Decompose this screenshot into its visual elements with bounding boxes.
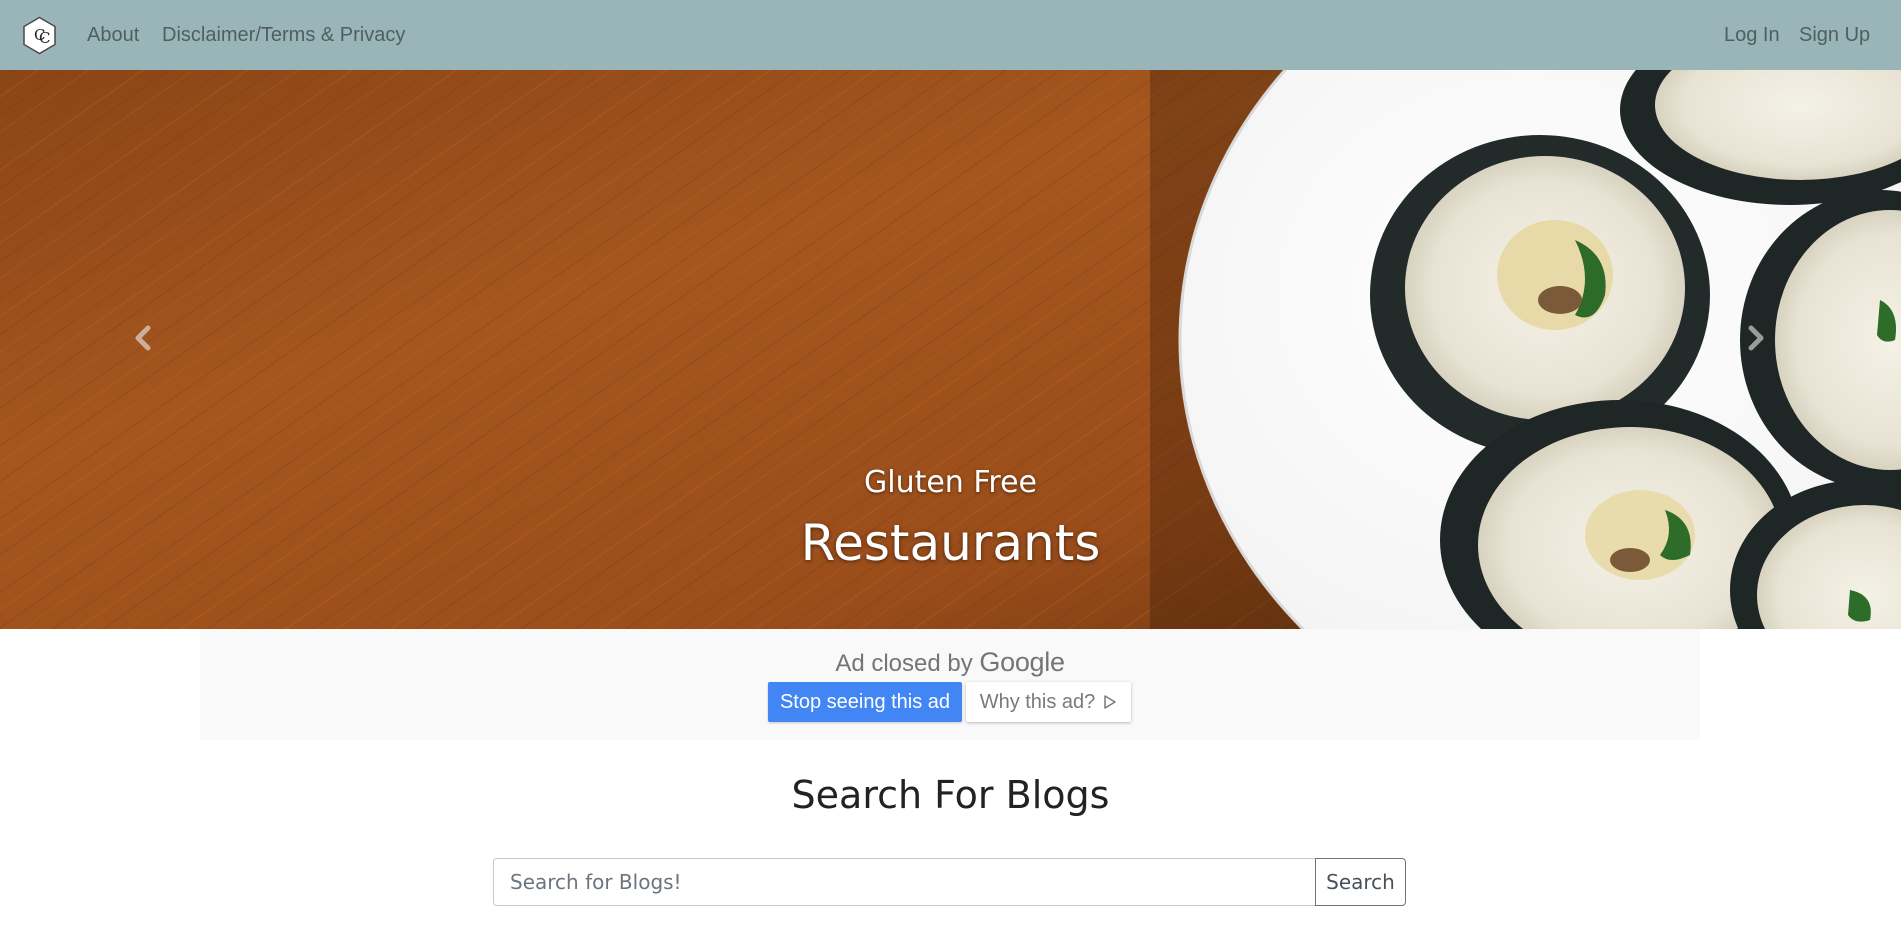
- search-button[interactable]: Search: [1315, 858, 1406, 906]
- hero-carousel: Gluten Free Restaurants: [0, 70, 1901, 629]
- nav-login-link[interactable]: Log In: [1724, 24, 1780, 47]
- nav-about-link[interactable]: About: [87, 24, 139, 47]
- ad-closed-panel: Ad closed by Google Stop seeing this ad …: [200, 629, 1700, 740]
- top-navbar: C C About Disclaimer/Terms & Privacy Log…: [0, 0, 1901, 70]
- carousel-next-button[interactable]: [1736, 318, 1776, 358]
- carousel-caption-subtitle: Gluten Free: [863, 465, 1038, 500]
- why-this-ad-button[interactable]: Why this ad?: [966, 682, 1131, 722]
- chevron-left-icon: [135, 325, 151, 351]
- stop-seeing-ad-button[interactable]: Stop seeing this ad: [768, 682, 962, 722]
- chevron-right-icon: [1748, 325, 1764, 351]
- ad-closed-message: Ad closed by Google: [200, 647, 1700, 678]
- ad-closed-text: Ad closed by: [835, 650, 973, 677]
- carousel-prev-button[interactable]: [123, 318, 163, 358]
- search-input[interactable]: [493, 858, 1316, 906]
- why-this-ad-label: Why this ad?: [979, 690, 1096, 713]
- carousel-caption-title: Restaurants: [800, 514, 1101, 572]
- nav-signup-link[interactable]: Sign Up: [1799, 24, 1870, 47]
- search-heading: Search For Blogs: [791, 773, 1110, 817]
- brand-logo-icon[interactable]: C C: [20, 16, 59, 55]
- adchoices-play-icon: [1104, 695, 1117, 709]
- svg-text:C: C: [39, 29, 50, 47]
- nav-terms-link[interactable]: Disclaimer/Terms & Privacy: [162, 24, 405, 47]
- google-logo-text: Google: [979, 647, 1065, 677]
